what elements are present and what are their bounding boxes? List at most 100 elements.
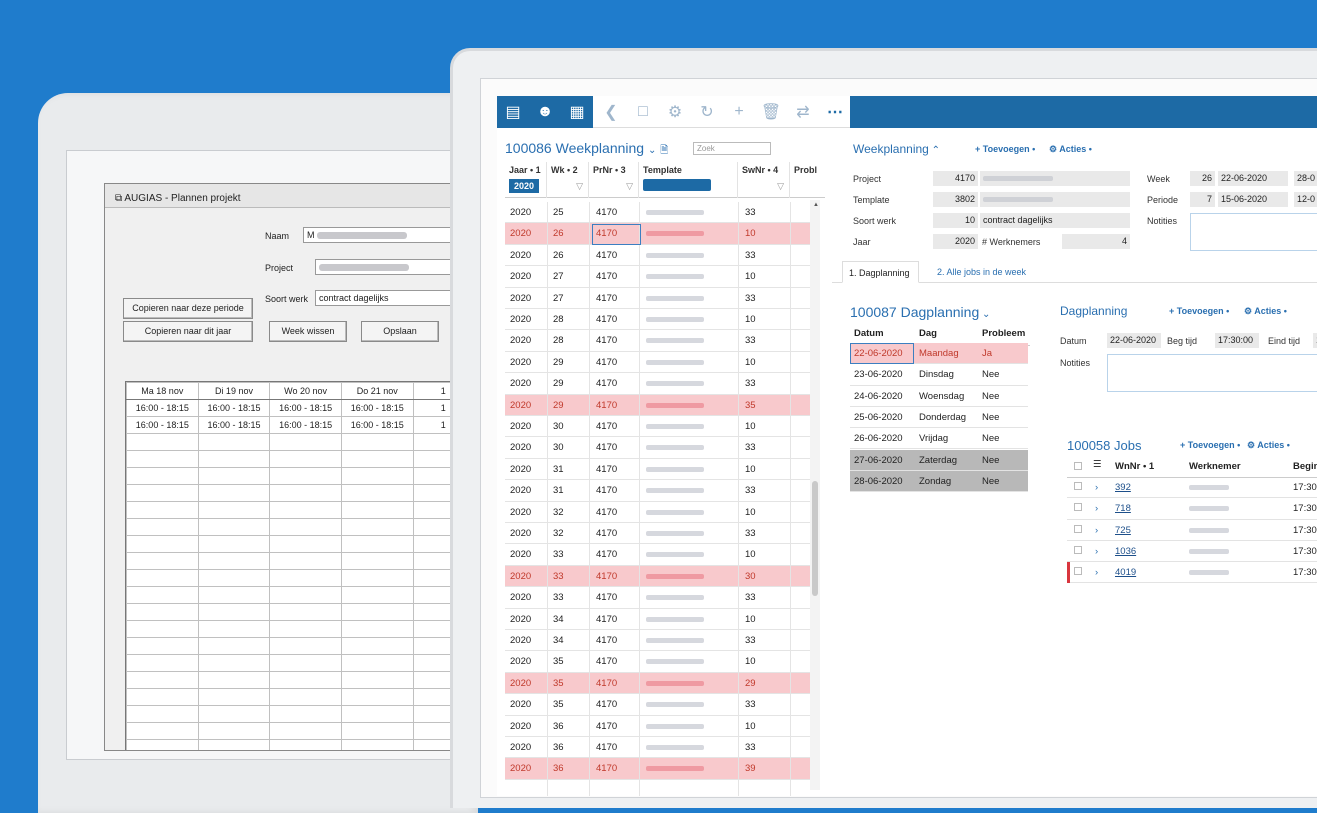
job-row[interactable]: › 392 17:30 — [1067, 477, 1317, 499]
jaar-value[interactable]: 2020 — [933, 234, 978, 249]
grid-cell[interactable] — [197, 535, 271, 553]
col-wnnr[interactable]: WnNr • 1 — [1115, 461, 1154, 472]
tab-dagplanning[interactable]: 1. Dagplanning — [842, 261, 919, 283]
cell-wnnr[interactable]: 718 — [1115, 503, 1131, 514]
job-row[interactable]: › 1036 17:30 — [1067, 541, 1317, 563]
export-icon[interactable]: 🗎 — [660, 145, 668, 156]
add-dagplanning-button[interactable]: + Toevoegen • — [1169, 306, 1229, 316]
project-name[interactable] — [980, 171, 1130, 186]
day-row[interactable]: 28-06-2020 Zondag Nee — [850, 470, 1028, 493]
grid-cell[interactable] — [340, 688, 414, 706]
grid-cell[interactable] — [269, 620, 342, 638]
day-row[interactable]: 25-06-2020 Donderdag Nee — [850, 407, 1028, 429]
delete-icon[interactable]: 🗑 — [755, 96, 787, 128]
table-row[interactable]: 2020 35 4170 29 — [505, 672, 810, 695]
grid-cell[interactable]: 16:00 - 18:15 — [126, 399, 199, 417]
grid-cell[interactable] — [269, 501, 342, 519]
table-row[interactable]: 2020 36 4170 10 — [505, 716, 810, 737]
grid-row[interactable] — [126, 467, 473, 485]
table-row[interactable]: 2020 35 4170 10 — [505, 651, 810, 673]
table-row[interactable]: 2020 32 4170 10 — [505, 502, 810, 523]
grid-cell[interactable] — [340, 433, 414, 451]
chevron-down-icon[interactable]: ⌄ — [648, 145, 656, 156]
grid-row[interactable] — [126, 654, 473, 672]
add-icon[interactable]: + — [723, 96, 755, 128]
grid-cell[interactable] — [269, 535, 342, 553]
table-row[interactable]: 2020 34 4170 33 — [505, 630, 810, 652]
grid-cell[interactable] — [340, 654, 414, 672]
project-value[interactable]: 4170 — [933, 171, 978, 186]
grid-cell[interactable] — [340, 620, 414, 638]
grid-cell[interactable] — [126, 535, 199, 553]
grid-cell[interactable] — [126, 433, 199, 451]
grid-row[interactable] — [126, 450, 473, 468]
select-all-checkbox[interactable] — [1074, 462, 1082, 470]
cell-wnnr[interactable]: 4019 — [1115, 567, 1136, 578]
grid-cell[interactable] — [340, 450, 414, 468]
job-row[interactable]: › 725 17:30 — [1067, 520, 1317, 541]
grid-cell[interactable]: 16:00 - 18:15 — [269, 416, 342, 434]
grid-row[interactable] — [126, 688, 473, 706]
grid-row[interactable] — [126, 739, 473, 750]
grid-cell[interactable] — [269, 654, 342, 672]
table-row[interactable]: 2020 36 4170 39 — [505, 758, 810, 780]
grid-cell[interactable] — [197, 467, 271, 485]
grid-cell[interactable] — [269, 552, 342, 570]
table-row[interactable]: 2020 30 4170 10 — [505, 416, 810, 438]
grid-cell[interactable] — [269, 603, 342, 621]
scrollbar-thumb[interactable] — [812, 481, 818, 596]
grid-cell[interactable] — [197, 739, 271, 750]
grid-cell[interactable] — [340, 705, 414, 723]
job-row[interactable]: › 718 17:30 — [1067, 498, 1317, 520]
day-row[interactable]: 26-06-2020 Vrijdag Nee — [850, 428, 1028, 450]
col-dag[interactable]: Dag — [919, 328, 937, 339]
swap-icon[interactable]: ⇄ — [787, 96, 819, 128]
grid-cell[interactable] — [126, 688, 199, 706]
grid-cell[interactable] — [269, 586, 342, 604]
search-input[interactable]: Zoek — [693, 142, 771, 155]
grid-cell[interactable] — [340, 722, 414, 740]
grid-cell[interactable] — [126, 450, 199, 468]
grid-cell[interactable] — [197, 722, 271, 740]
grid-cell[interactable] — [269, 705, 342, 723]
grid-cell[interactable] — [340, 586, 414, 604]
grid-row[interactable] — [126, 637, 473, 655]
col-jaar[interactable]: Jaar • 1 2020 — [505, 162, 547, 198]
row-checkbox[interactable] — [1074, 545, 1082, 554]
row-checkbox[interactable] — [1074, 482, 1082, 490]
grid-row[interactable] — [126, 603, 473, 621]
grid-cell[interactable] — [269, 722, 342, 740]
table-row[interactable]: 2020 25 4170 33 — [505, 202, 810, 224]
periode-start-date[interactable]: 15-06-2020 — [1218, 192, 1288, 207]
expand-icon[interactable]: › — [1095, 567, 1098, 578]
grid-cell[interactable] — [197, 586, 271, 604]
naam-field[interactable]: M — [303, 227, 473, 243]
back-icon[interactable]: ❮ — [595, 96, 627, 128]
grid-cell[interactable]: 16:00 - 18:15 — [197, 399, 271, 417]
table-row[interactable]: 2020 36 4170 33 — [505, 737, 810, 759]
table-row[interactable]: 2020 31 4170 33 — [505, 480, 810, 502]
grid-row[interactable]: 16:00 - 18:15 16:00 - 18:15 16:00 - 18:1… — [126, 416, 473, 434]
col-werknemer[interactable]: Werknemer — [1189, 461, 1241, 472]
grid-cell[interactable] — [197, 705, 271, 723]
grid-cell[interactable] — [269, 739, 342, 750]
grid-cell[interactable] — [197, 552, 271, 570]
grid-row[interactable] — [126, 586, 473, 604]
table-row[interactable]: 2020 29 4170 10 — [505, 352, 810, 374]
week-end-date[interactable]: 28-0 — [1294, 171, 1317, 186]
col-probleem[interactable]: Probleem — [982, 328, 1025, 339]
grid-cell[interactable] — [197, 671, 271, 689]
periode-end-date[interactable]: 12-0 — [1294, 192, 1317, 207]
document-icon[interactable]: □ — [627, 96, 659, 128]
scroll-up-icon[interactable]: ▲ — [813, 202, 819, 208]
grid-cell[interactable] — [340, 637, 414, 655]
grid-cell[interactable] — [197, 518, 271, 536]
week-start-date[interactable]: 22-06-2020 — [1218, 171, 1288, 186]
grid-cell[interactable] — [269, 484, 342, 502]
grid-cell[interactable]: 16:00 - 18:15 — [126, 416, 199, 434]
user-icon[interactable]: ☻ — [529, 96, 561, 128]
actions-dagplanning-button[interactable]: ⚙ Acties • — [1244, 306, 1287, 317]
save-button[interactable]: Opslaan — [361, 321, 439, 342]
grid-cell[interactable] — [126, 552, 199, 570]
grid-cell[interactable]: 16:00 - 18:15 — [197, 416, 271, 434]
